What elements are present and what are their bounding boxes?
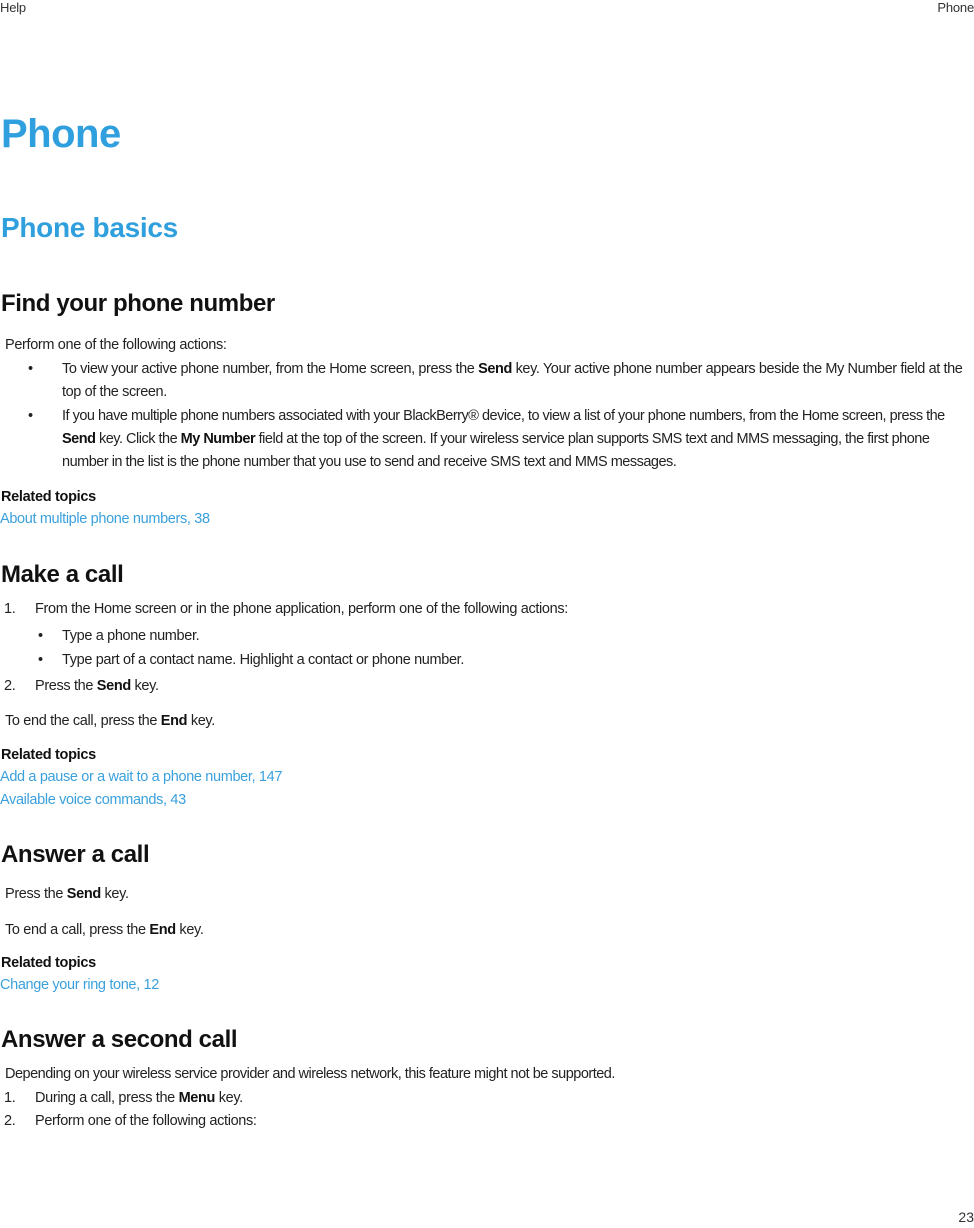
related-topic-link[interactable]: About multiple phone numbers, 38 bbox=[0, 511, 210, 527]
key-name: Send bbox=[96, 678, 131, 694]
page-header-left: Help bbox=[0, 0, 26, 15]
related-topic-link[interactable]: Change your ring tone, 12 bbox=[0, 977, 159, 993]
related-topic-link[interactable]: Available voice commands, 43 bbox=[0, 792, 186, 808]
bullet-icon: • bbox=[38, 628, 43, 644]
answer-call-line: To end a call, press the End key. bbox=[5, 922, 204, 938]
topic-title-answer-call: Answer a call bbox=[1, 841, 150, 868]
page-number: 23 bbox=[958, 1209, 974, 1225]
step-number: 1. bbox=[4, 601, 16, 617]
section-title: Phone basics bbox=[1, 212, 178, 243]
topic-title-make-call: Make a call bbox=[1, 561, 124, 588]
field-name: My Number bbox=[180, 431, 256, 447]
key-name: Send bbox=[62, 431, 96, 447]
related-topic-link[interactable]: Add a pause or a wait to a phone number,… bbox=[0, 769, 282, 785]
topic-title-find-number: Find your phone number bbox=[1, 290, 275, 317]
make-call-step: 2. Press the Send key. bbox=[4, 675, 159, 698]
answer-second-step: 2. Perform one of the following actions: bbox=[4, 1110, 257, 1133]
find-number-bullet: • If you have multiple phone numbers ass… bbox=[28, 405, 974, 474]
related-topics-label: Related topics bbox=[1, 955, 96, 971]
key-name: Menu bbox=[178, 1090, 216, 1106]
related-topics-label: Related topics bbox=[1, 747, 96, 763]
make-call-step: 1. From the Home screen or in the phone a… bbox=[4, 598, 568, 621]
key-name: End bbox=[160, 713, 188, 729]
bullet-icon: • bbox=[38, 652, 43, 668]
step-number: 1. bbox=[4, 1090, 16, 1106]
topic-title-answer-second-call: Answer a second call bbox=[1, 1026, 238, 1053]
find-number-intro: Perform one of the following actions: bbox=[5, 337, 227, 353]
make-call-sub-bullet: • Type a phone number. bbox=[38, 625, 200, 648]
chapter-title: Phone bbox=[1, 112, 121, 156]
answer-second-intro: Depending on your wireless service provi… bbox=[5, 1066, 615, 1082]
bullet-icon: • bbox=[28, 408, 33, 424]
make-call-note: To end the call, press the End key. bbox=[5, 713, 215, 729]
related-topics-label: Related topics bbox=[1, 489, 96, 505]
answer-second-step: 1. During a call, press the Menu key. bbox=[4, 1087, 243, 1110]
step-number: 2. bbox=[4, 678, 16, 694]
page-header-right: Phone bbox=[937, 0, 974, 15]
bullet-icon: • bbox=[28, 361, 33, 377]
answer-call-line: Press the Send key. bbox=[5, 886, 129, 902]
key-name: Send bbox=[478, 361, 512, 377]
step-number: 2. bbox=[4, 1113, 16, 1129]
find-number-bullet: • To view your active phone number, from… bbox=[28, 358, 974, 404]
key-name: End bbox=[149, 922, 176, 938]
make-call-sub-bullet: • Type part of a contact name. Highlight … bbox=[38, 649, 464, 672]
key-name: Send bbox=[66, 886, 101, 902]
